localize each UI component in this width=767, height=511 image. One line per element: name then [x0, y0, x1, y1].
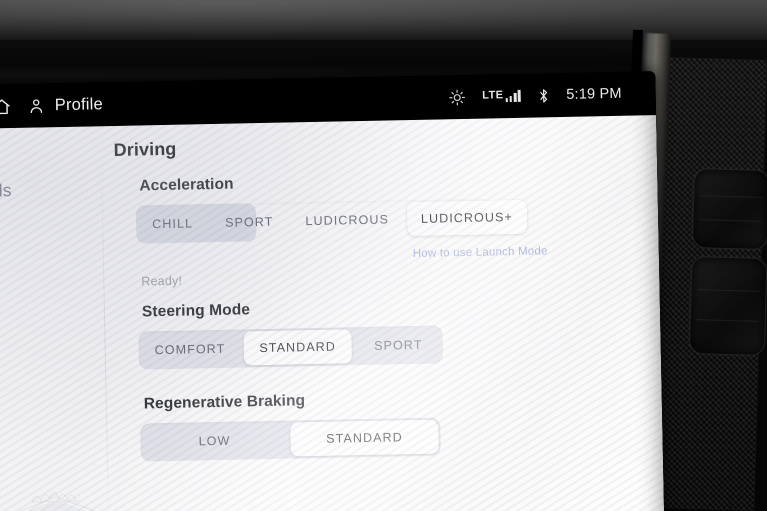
sidebar-item-lights[interactable]: Lights	[0, 285, 128, 311]
acceleration-option-ludicrous-plus[interactable]: LUDICROUS+	[406, 199, 528, 237]
bluetooth-icon	[539, 88, 547, 103]
option-label: SPORT	[374, 337, 423, 353]
regen-option-low[interactable]: LOW	[140, 421, 289, 462]
profile-label: Profile	[54, 94, 104, 114]
steering-option-standard[interactable]: STANDARD	[243, 329, 353, 366]
acceleration-option-sport[interactable]: SPORT	[209, 202, 290, 242]
person-icon	[30, 98, 43, 113]
car-interior-scene: Profile LTE 5:19 PM Controls Driving Acc…	[0, 0, 767, 511]
option-label: LUDICROUS	[305, 212, 390, 229]
brightness-icon	[448, 89, 465, 105]
sidebar-item-quick-controls[interactable]: Quick Controls	[0, 178, 126, 204]
sidebar-item-vehicle[interactable]: Vehicle	[0, 447, 131, 473]
network-type-label: LTE	[482, 89, 504, 102]
regenerative-braking-section: Regenerative Braking LOW STANDARD	[140, 386, 621, 462]
acceleration-option-ludicrous[interactable]: LUDICROUS	[289, 200, 405, 240]
cellular-status[interactable]: LTE	[482, 89, 521, 103]
bluetooth-button[interactable]	[537, 87, 549, 104]
option-label: COMFORT	[154, 341, 226, 358]
sidebar-item-driving[interactable]: Driving	[0, 339, 129, 365]
steering-mode-section: Steering Mode COMFORT STANDARD SPORT	[138, 294, 619, 370]
option-label: LOW	[198, 433, 231, 449]
signal-strength-bars	[505, 89, 521, 103]
steering-option-comfort[interactable]: COMFORT	[138, 329, 241, 369]
air-vent-upper	[691, 168, 767, 251]
home-icon	[0, 98, 10, 114]
regenerative-braking-segmented-control[interactable]: LOW STANDARD	[140, 417, 441, 462]
option-label: SPORT	[224, 214, 274, 230]
profile-button[interactable]: Profile	[28, 95, 104, 116]
acceleration-title: Acceleration	[139, 175, 234, 195]
air-vent-lower	[688, 255, 767, 357]
settings-sidebar: Quick Controls Suspension Lights Driving…	[0, 126, 143, 511]
settings-content: Driving Acceleration CHILL SPORT LUDICRO…	[113, 115, 664, 511]
option-label: STANDARD	[259, 339, 337, 356]
steering-option-sport[interactable]: SPORT	[354, 325, 443, 365]
page-title: Driving	[113, 138, 177, 161]
acceleration-status: Ready!	[141, 273, 183, 289]
option-label: LUDICROUS+	[420, 210, 513, 226]
sidebar-item-suspension[interactable]: Suspension	[0, 231, 127, 257]
brightness-button[interactable]	[448, 88, 465, 105]
steering-mode-segmented-control[interactable]: COMFORT STANDARD SPORT	[138, 325, 444, 370]
regen-option-standard[interactable]: STANDARD	[290, 419, 439, 457]
sidebar-item-autopilot[interactable]: Autopilot	[0, 393, 130, 419]
center-touchscreen-bezel: Profile LTE 5:19 PM Controls Driving Acc…	[0, 71, 665, 511]
acceleration-segmented-control[interactable]: CHILL SPORT LUDICROUS LUDICROUS+	[136, 198, 528, 243]
launch-mode-help-link[interactable]: How to use Launch Mode	[413, 245, 548, 260]
acceleration-option-chill[interactable]: CHILL	[136, 204, 210, 243]
acceleration-section: Acceleration CHILL SPORT LUDICROUS LUDIC…	[135, 168, 616, 289]
carbon-fiber-trim	[654, 57, 767, 511]
center-touchscreen[interactable]: Profile LTE 5:19 PM Controls Driving Acc…	[0, 71, 665, 511]
sidebar-item-label: Quick Controls	[0, 180, 12, 202]
clock: 5:19 PM	[566, 85, 622, 103]
regenerative-braking-title: Regenerative Braking	[143, 392, 306, 413]
settings-panel: Quick Controls Suspension Lights Driving…	[0, 115, 665, 511]
home-button[interactable]	[0, 97, 12, 116]
option-label: STANDARD	[326, 430, 403, 446]
option-label: CHILL	[152, 216, 194, 232]
steering-mode-title: Steering Mode	[141, 301, 251, 321]
